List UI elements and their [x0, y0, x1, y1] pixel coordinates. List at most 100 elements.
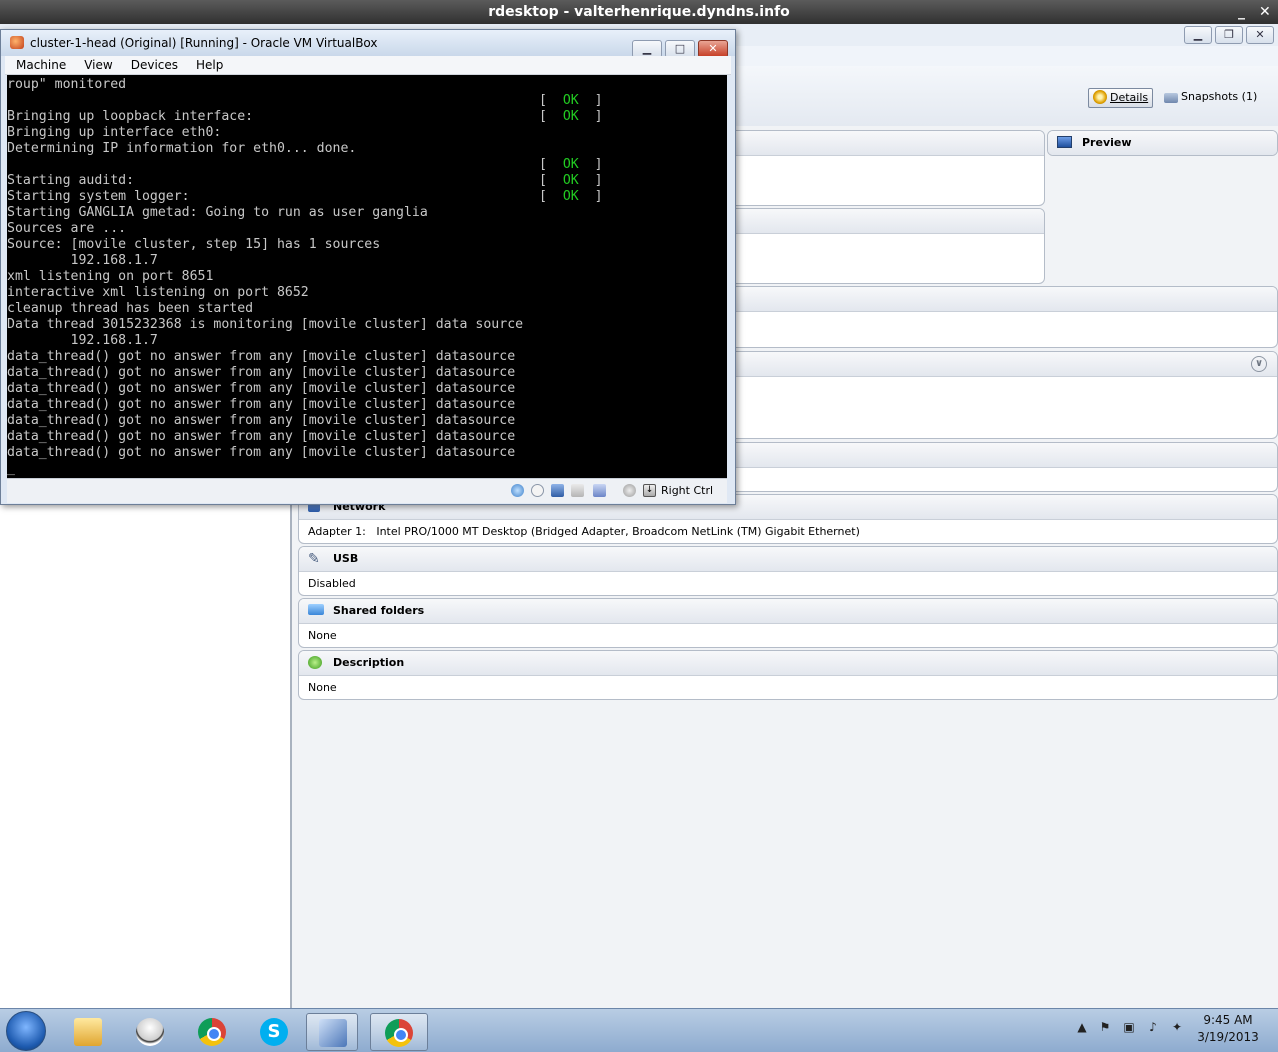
optical-drive-icon[interactable]: [531, 484, 544, 497]
restore-button[interactable]: ❐: [1215, 26, 1243, 44]
details-button[interactable]: Details: [1088, 88, 1154, 108]
console-line-text: data_thread() got no answer from any [mo…: [7, 445, 516, 460]
console-line-text: data_thread() got no answer from any [mo…: [7, 365, 516, 380]
rdesktop-title-bar: rdesktop - valterhenrique.dyndns.info _ …: [0, 0, 1278, 24]
shared-folders-value: None: [308, 629, 337, 642]
vm-console-screen[interactable]: roup" monitored [ OK ] Bringing up loopbac…: [7, 75, 727, 478]
security-tray-icon[interactable]: ✦: [1170, 1020, 1184, 1034]
minimize-button[interactable]: ▁: [1184, 26, 1212, 44]
folder-icon: [308, 604, 324, 615]
description-header[interactable]: Description: [299, 651, 1277, 676]
virtualbox-icon: [319, 1019, 347, 1047]
console-line-text: interactive xml listening on port 8652: [7, 285, 309, 300]
console-line-text: Bringing up loopback interface:: [7, 109, 254, 124]
chrome-center-icon: [207, 1027, 221, 1041]
manager-window-controls: ▁ ❐ ✕: [1181, 26, 1274, 44]
details-label: Details: [1110, 91, 1149, 104]
virtualbox-logo-icon: [10, 36, 24, 49]
menu-help[interactable]: Help: [196, 56, 223, 74]
taskbar-item-virtualbox[interactable]: [306, 1013, 358, 1051]
shared-folders-title: Shared folders: [333, 604, 425, 617]
console-line-text: data_thread() got no answer from any [mo…: [7, 381, 516, 396]
console-line: 192.168.1.7: [7, 333, 158, 349]
vm-status-bar: ↓ Right Ctrl: [7, 478, 727, 503]
collapse-icon[interactable]: ∨: [1251, 356, 1267, 372]
host-key-label: Right Ctrl: [661, 484, 714, 497]
display-icon[interactable]: [593, 484, 606, 497]
console-line-text: cleanup thread has been started: [7, 301, 254, 316]
console-line-text: Bringing up interface eth0:: [7, 125, 222, 140]
console-line-text: data_thread() got no answer from any [mo…: [7, 397, 516, 412]
console-line-text: Starting system logger:: [7, 189, 190, 204]
description-value: None: [308, 681, 337, 694]
minimize-icon[interactable]: _: [1238, 0, 1245, 24]
preview-section: Preview: [1047, 130, 1278, 156]
host-key-icon: ↓: [643, 484, 656, 497]
menu-machine[interactable]: Machine: [16, 56, 66, 74]
show-hidden-icons-icon[interactable]: ▲: [1075, 1020, 1089, 1034]
console-line: data_thread() got no answer from any [mo…: [7, 365, 515, 381]
usb-value: Disabled: [308, 577, 356, 590]
console-line: cleanup thread has been started: [7, 301, 253, 317]
vm-console-window: cluster-1-head (Original) [Running] - Or…: [0, 29, 736, 505]
description-title: Description: [333, 656, 405, 669]
console-line: data_thread() got no answer from any [mo…: [7, 413, 515, 429]
menu-view[interactable]: View: [84, 56, 112, 74]
mouse-integration-icon[interactable]: [623, 484, 636, 497]
taskbar-item-chrome[interactable]: [186, 1013, 236, 1049]
action-center-flag-icon[interactable]: ⚑: [1098, 1020, 1112, 1034]
console-line-text: 192.168.1.7: [7, 333, 158, 348]
camera-icon: [1164, 93, 1178, 103]
console-line: Source: [movile cluster, step 15] has 1 …: [7, 237, 380, 253]
clock-date[interactable]: 3/19/2013: [1196, 1030, 1260, 1044]
volume-icon[interactable]: ♪: [1146, 1020, 1160, 1034]
preview-header[interactable]: Preview: [1048, 131, 1277, 155]
start-button[interactable]: [6, 1011, 46, 1051]
console-line: _: [7, 461, 15, 477]
speech-bubble-icon: [308, 656, 322, 669]
shared-folder-icon[interactable]: [571, 484, 584, 497]
console-line-text: data_thread() got no answer from any [mo…: [7, 349, 516, 364]
console-line-text: Starting GANGLIA gmetad: Going to run as…: [7, 205, 428, 220]
console-line: Determining IP information for eth0... d…: [7, 141, 356, 157]
console-line-text: _: [7, 461, 15, 476]
console-line-text: 192.168.1.7: [7, 253, 158, 268]
skype-icon: S: [260, 1018, 288, 1046]
taskbar-item-skype[interactable]: S: [248, 1013, 298, 1049]
chrome-center-icon: [394, 1028, 408, 1042]
close-button[interactable]: ✕: [1246, 26, 1274, 44]
close-icon[interactable]: ✕: [1259, 0, 1271, 24]
network-tray-icon[interactable]: ▣: [1122, 1020, 1136, 1034]
shared-folders-header[interactable]: Shared folders: [299, 599, 1277, 624]
console-line-text: data_thread() got no answer from any [mo…: [7, 429, 516, 444]
snapshots-button[interactable]: Snapshots (1): [1164, 88, 1257, 106]
vm-menu-bar: Machine View Devices Help: [5, 56, 731, 75]
alien-app-icon: [136, 1018, 164, 1046]
taskbar-item-alien[interactable]: [124, 1013, 174, 1049]
console-line: data_thread() got no answer from any [mo…: [7, 381, 515, 397]
taskbar-item-chrome-2[interactable]: [370, 1013, 428, 1051]
console-line: data_thread() got no answer from any [mo…: [7, 429, 515, 445]
shared-folders-section: Shared folders None: [298, 598, 1278, 648]
rdesktop-title: rdesktop - valterhenrique.dyndns.info: [488, 4, 790, 20]
vm-title: cluster-1-head (Original) [Running] - Or…: [30, 36, 378, 50]
preview-title: Preview: [1082, 136, 1132, 149]
taskbar-item-explorer[interactable]: [62, 1013, 112, 1049]
console-line: roup" monitored: [7, 77, 126, 93]
windows-explorer-icon: [74, 1018, 102, 1046]
console-line-text: roup" monitored: [7, 77, 127, 92]
console-ok-status: [ OK ]: [539, 93, 603, 108]
usb-header[interactable]: ✎ USB: [299, 547, 1277, 572]
usb-section: ✎ USB Disabled: [298, 546, 1278, 596]
menu-devices[interactable]: Devices: [131, 56, 178, 74]
console-line: Starting system logger:: [7, 189, 190, 205]
hard-disk-icon[interactable]: [511, 484, 524, 497]
clock-time[interactable]: 9:45 AM: [1200, 1013, 1256, 1027]
network-activity-icon[interactable]: [551, 484, 564, 497]
console-line-text: Source: [movile cluster, step 15] has 1 …: [7, 237, 381, 252]
console-ok-status: [ OK ]: [539, 109, 603, 124]
gear-icon: [1093, 90, 1107, 104]
console-line: 192.168.1.7: [7, 253, 158, 269]
console-line: Bringing up interface eth0:: [7, 125, 221, 141]
console-line: Sources are ...: [7, 221, 126, 237]
